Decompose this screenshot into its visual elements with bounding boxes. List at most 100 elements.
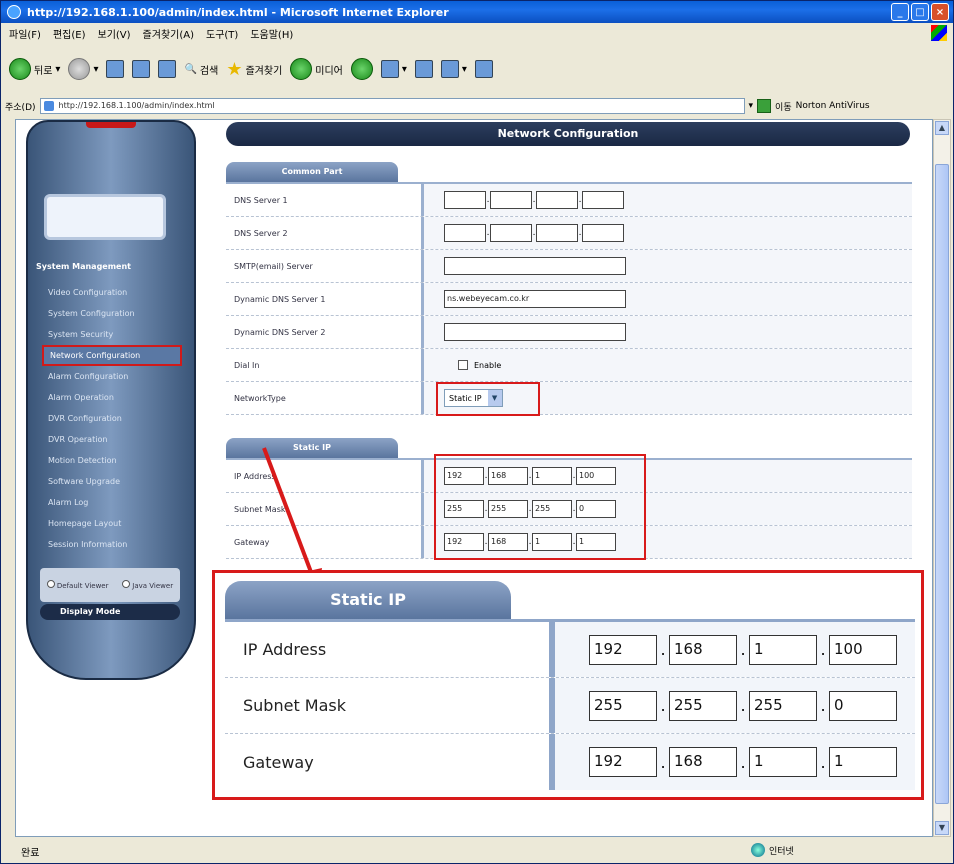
nav-item-session-information[interactable]: Session Information <box>42 534 182 555</box>
zoom-mask-octet-1[interactable]: 255 <box>589 690 657 721</box>
ddns1-input[interactable]: ns.webeyecam.co.kr <box>444 290 626 308</box>
scroll-thumb[interactable] <box>935 164 949 804</box>
page-viewport: System Management Video Configuration Sy… <box>15 119 933 837</box>
search-button[interactable]: 🔍 검색 <box>184 62 218 77</box>
nav-item-motion-detection[interactable]: Motion Detection <box>42 450 182 471</box>
dns1-label: DNS Server 1 <box>226 184 424 216</box>
back-button[interactable]: 뒤로 ▾ <box>9 58 60 80</box>
radio-icon <box>122 580 131 588</box>
stop-button[interactable] <box>106 60 125 78</box>
menu-view[interactable]: 보기(V) <box>98 26 131 41</box>
page-title: Network Configuration <box>226 122 910 146</box>
forward-arrow-icon <box>68 58 91 80</box>
scroll-down-icon[interactable]: ▼ <box>935 821 949 835</box>
java-viewer-radio[interactable]: Java Viewer <box>122 580 173 590</box>
zoom-gateway-label: Gateway <box>225 734 555 790</box>
browser-window: http://192.168.1.100/admin/index.html - … <box>0 0 954 864</box>
row-dns1: DNS Server 1 . . . <box>226 184 912 217</box>
dns2-octet-2[interactable] <box>490 224 532 242</box>
scroll-up-icon[interactable]: ▲ <box>935 121 949 135</box>
close-button[interactable]: × <box>931 3 949 21</box>
dns2-label: DNS Server 2 <box>226 217 424 249</box>
address-dropdown-icon[interactable]: ▾ <box>749 101 754 111</box>
zoom-gw-octet-2[interactable]: 168 <box>669 747 737 777</box>
zoom-gw-octet-1[interactable]: 192 <box>589 747 657 777</box>
zoom-gw-octet-3[interactable]: 1 <box>749 747 817 777</box>
radio-icon <box>46 580 55 588</box>
zoom-mask-octet-3[interactable]: 255 <box>749 690 817 721</box>
gateway-label: Gateway <box>226 526 424 558</box>
smtp-label: SMTP(email) Server <box>226 250 424 282</box>
dns1-octet-2[interactable] <box>490 191 532 209</box>
address-input[interactable]: http://192.168.1.100/admin/index.html <box>39 98 745 114</box>
nav-item-video-configuration[interactable]: Video Configuration <box>42 282 182 303</box>
menu-help[interactable]: 도움말(H) <box>250 26 293 41</box>
display-mode-button[interactable]: Display Mode <box>40 604 180 620</box>
dialin-checkbox[interactable] <box>458 360 468 370</box>
dialin-label: Dial In <box>226 349 424 381</box>
zoom-ip-octet-3[interactable]: 1 <box>749 634 817 665</box>
static-ip-highlight <box>434 454 646 560</box>
zoom-ip-octet-4[interactable]: 100 <box>829 634 897 665</box>
dns2-octet-3[interactable] <box>536 224 578 242</box>
minimize-button[interactable]: _ <box>891 3 909 21</box>
history-button[interactable] <box>350 58 373 80</box>
status-bar: 완료 인터넷 <box>1 839 953 863</box>
nav-item-system-configuration[interactable]: System Configuration <box>42 303 182 324</box>
smtp-input[interactable] <box>444 257 626 275</box>
dns1-octet-1[interactable] <box>444 191 486 209</box>
nav-item-homepage-layout[interactable]: Homepage Layout <box>42 513 182 534</box>
zoom-mask-octet-2[interactable]: 255 <box>669 690 737 721</box>
favorites-button[interactable]: ★ 즐겨찾기 <box>226 59 282 80</box>
nav-section-title: System Management <box>36 262 131 271</box>
ddns2-input[interactable] <box>444 323 626 341</box>
ip-label: IP Address <box>226 460 424 492</box>
menu-favorites[interactable]: 즐겨찾기(A) <box>143 26 194 41</box>
menu-bar: 파일(F) 편집(E) 보기(V) 즐겨찾기(A) 도구(T) 도움말(H) <box>1 23 953 43</box>
vertical-scrollbar[interactable]: ▲ ▼ <box>933 119 951 837</box>
print-button[interactable] <box>414 60 433 78</box>
zoom-static-ip-table: IP Address 192. 168. 1. 100 Subnet Mask … <box>225 619 915 791</box>
mask-label: Subnet Mask <box>226 493 424 525</box>
common-part-table: DNS Server 1 . . . DNS Server 2 . . . SM… <box>226 182 912 415</box>
nav-display-screen <box>44 194 166 240</box>
row-dialin: Dial In Enable <box>226 349 912 382</box>
zoom-mask-octet-4[interactable]: 0 <box>829 690 897 721</box>
default-viewer-radio[interactable]: Default Viewer <box>46 580 109 590</box>
dns1-octet-4[interactable] <box>582 191 624 209</box>
menu-edit[interactable]: 편집(E) <box>53 26 86 41</box>
nav-item-alarm-operation[interactable]: Alarm Operation <box>42 387 182 408</box>
media-button[interactable]: 미디어 <box>290 58 343 80</box>
messenger-button[interactable] <box>474 60 493 78</box>
nav-item-alarm-configuration[interactable]: Alarm Configuration <box>42 366 182 387</box>
forward-button[interactable]: ▾ <box>68 58 98 80</box>
zoom-ip-octet-1[interactable]: 192 <box>589 634 657 665</box>
zoom-ip-octet-2[interactable]: 168 <box>669 634 737 665</box>
nav-item-dvr-operation[interactable]: DVR Operation <box>42 429 182 450</box>
maximize-button[interactable]: □ <box>911 3 929 21</box>
mail-button[interactable]: ▾ <box>380 60 407 78</box>
links-label[interactable]: Norton AntiVirus <box>796 101 870 111</box>
nav-item-dvr-configuration[interactable]: DVR Configuration <box>42 408 182 429</box>
dns1-octet-3[interactable] <box>536 191 578 209</box>
static-ip-tab: Static IP <box>226 438 398 458</box>
menu-file[interactable]: 파일(F) <box>9 26 41 41</box>
go-button[interactable]: 이동 <box>775 100 792 113</box>
dns2-octet-1[interactable] <box>444 224 486 242</box>
menu-tools[interactable]: 도구(T) <box>206 26 238 41</box>
go-icon[interactable] <box>757 99 772 113</box>
nav-item-alarm-log[interactable]: Alarm Log <box>42 492 182 513</box>
nav-item-software-upgrade[interactable]: Software Upgrade <box>42 471 182 492</box>
nav-red-cap <box>86 122 136 128</box>
edit-button[interactable]: ▾ <box>440 60 467 78</box>
dns2-octet-4[interactable] <box>582 224 624 242</box>
row-dns2: DNS Server 2 . . . <box>226 217 912 250</box>
nav-item-system-security[interactable]: System Security <box>42 324 182 345</box>
home-button[interactable] <box>158 60 177 78</box>
left-nav-panel: System Management Video Configuration Sy… <box>26 120 196 680</box>
refresh-button[interactable] <box>132 60 151 78</box>
row-networktype: NetworkType Static IP ▼ <box>226 382 912 415</box>
mail-icon <box>380 60 399 78</box>
zoom-gw-octet-4[interactable]: 1 <box>829 747 897 777</box>
nav-item-network-configuration[interactable]: Network Configuration <box>42 345 182 366</box>
